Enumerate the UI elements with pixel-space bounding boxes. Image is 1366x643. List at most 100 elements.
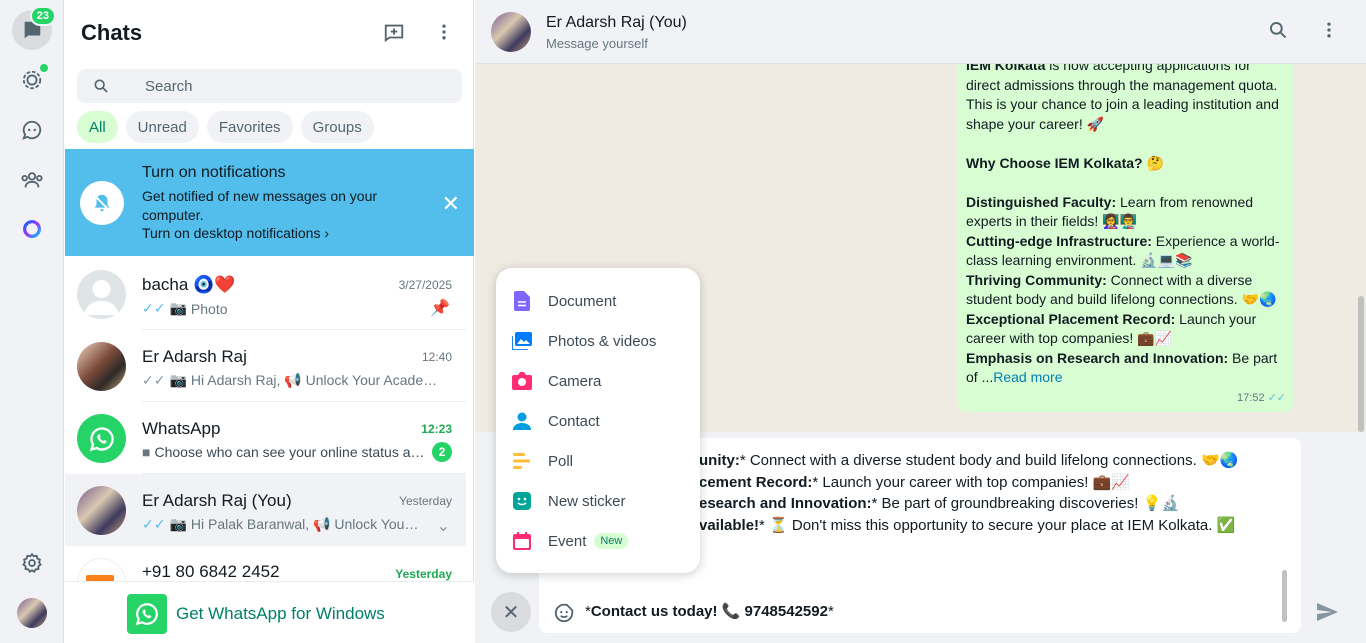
message-bold: Why Choose IEM Kolkata? 🤔	[966, 154, 1164, 171]
avatar	[77, 558, 126, 581]
chat-preview: ■ Choose who can see your online status …	[142, 444, 427, 460]
message-feature: Exceptional Placement Record: Launch you…	[966, 310, 1286, 349]
composer-scrollbar[interactable]	[1282, 570, 1287, 622]
message-bold: Emphasis on Research and Innovation:	[966, 349, 1229, 366]
chat-name: Er Adarsh Raj	[142, 347, 247, 366]
new-chat-button[interactable]	[380, 18, 408, 46]
composer-bold: Contact us today! 📞 9748542592	[590, 603, 828, 620]
composer-line: *Contact us today! 📞 9748542592*	[585, 602, 834, 620]
contact-name: Er Adarsh Raj (You)	[546, 14, 687, 31]
chat-preview-text: Hi Palak Baranwal, 📢 Unlock Your Academi…	[190, 516, 422, 532]
filter-favorites[interactable]: Favorites	[206, 111, 293, 143]
image-icon	[512, 331, 532, 351]
new-sticker-icon	[512, 491, 532, 511]
panel-menu-button[interactable]	[430, 18, 458, 46]
composer-text-run: * Launch your career with top companies!…	[812, 473, 1130, 491]
camera-icon: 📷	[169, 300, 187, 316]
send-button[interactable]	[1315, 600, 1339, 629]
chat-list-panel: Chats All Unread Favorites Groups Turn o…	[65, 0, 474, 643]
message-feature: Thriving Community: Connect with a diver…	[966, 271, 1286, 310]
enable-notifications-link[interactable]: Turn on desktop notifications ›	[142, 225, 329, 241]
chat-row[interactable]: bacha 🧿❤️ 3/27/2025 ✓✓ 📷 Photo 📌	[65, 258, 466, 330]
conversation-header[interactable]: Er Adarsh Raj (You) Message yourself	[475, 0, 1366, 64]
avatar	[77, 342, 126, 391]
message-line: direct admissions through the management…	[966, 76, 1278, 93]
get-whatsapp-windows-link[interactable]: Get WhatsApp for Windows	[65, 581, 474, 643]
attach-document[interactable]: Document	[496, 281, 700, 321]
chat-preview: ✓✓ 📷 Photo	[142, 300, 442, 317]
chevron-down-icon[interactable]: ⌄	[437, 516, 450, 536]
chat-menu-button[interactable]	[1319, 20, 1339, 45]
composer-bold: esearch and Innovation:	[699, 495, 872, 512]
close-attach-menu-button[interactable]: ✕	[491, 592, 531, 632]
chat-preview-text: Choose who can see your online status an…	[154, 444, 427, 460]
attach-event[interactable]: Event New	[496, 521, 700, 561]
communities-nav-button[interactable]	[12, 160, 52, 200]
search-input[interactable]	[145, 75, 445, 97]
outgoing-message-bubble[interactable]: IEM Kolkata is now accepting application…	[958, 64, 1294, 412]
panel-title: Chats	[81, 20, 143, 45]
attach-label: Poll	[548, 452, 574, 470]
get-whatsapp-label: Get WhatsApp for Windows	[176, 604, 385, 623]
meta-ai-nav-button[interactable]	[12, 209, 52, 249]
attach-label: Event	[548, 532, 587, 550]
pin-icon: 📌	[430, 300, 450, 317]
filter-all[interactable]: All	[77, 111, 118, 143]
status-nav-button[interactable]	[12, 60, 52, 100]
search-in-chat-button[interactable]	[1268, 20, 1288, 45]
message-feature: Cutting-edge Infrastructure: Experience …	[966, 232, 1286, 271]
composer-text-run: * Connect with a diverse student body an…	[739, 452, 1239, 469]
chat-row[interactable]: +91 80 6842 2452 Yesterday	[65, 546, 466, 581]
send-icon	[1317, 603, 1338, 621]
settings-nav-button[interactable]	[12, 543, 52, 583]
search-box	[77, 69, 462, 103]
attach-label: Photos & videos	[548, 332, 657, 350]
attach-poll[interactable]: Poll	[496, 441, 700, 481]
status-icon	[22, 70, 42, 90]
sticker-button[interactable]	[553, 602, 575, 629]
notification-title: Turn on notifications	[142, 164, 286, 181]
poll-icon	[512, 451, 532, 471]
filter-chips: All Unread Favorites Groups	[77, 111, 374, 143]
sticker-icon	[554, 603, 574, 623]
chat-name: Er Adarsh Raj (You)	[142, 491, 292, 510]
message-bold: Distinguished Faculty:	[966, 193, 1117, 210]
composer-text-run: *	[827, 603, 834, 620]
double-check-icon: ✓✓	[1267, 391, 1286, 404]
profile-avatar-button[interactable]	[12, 593, 52, 633]
chat-preview-text: Photo	[190, 300, 228, 317]
camera-icon: 📷	[169, 516, 187, 532]
composer-text-run: * Be part of groundbreaking discoveries!…	[871, 495, 1180, 512]
attach-label: Document	[548, 292, 617, 310]
attach-contact[interactable]: Contact	[496, 401, 700, 441]
search-icon	[1269, 21, 1287, 39]
chat-time: 12:23	[421, 422, 452, 436]
avatar	[77, 486, 126, 535]
attach-label: Camera	[548, 372, 602, 390]
message-text: is now accepting applications for	[1045, 64, 1251, 73]
attach-photos-videos[interactable]: Photos & videos	[496, 321, 700, 361]
double-check-icon: ✓✓	[142, 516, 166, 532]
chat-row[interactable]: Er Adarsh Raj 12:40 ✓✓ 📷 Hi Adarsh Raj, …	[65, 330, 466, 402]
channels-nav-button[interactable]	[12, 110, 52, 150]
chat-time: Yesterday	[399, 494, 452, 508]
filter-groups[interactable]: Groups	[300, 111, 374, 143]
unread-chats-badge: 23	[29, 6, 56, 26]
composer-bold: cement Record:	[699, 473, 813, 491]
conversation-scrollbar[interactable]	[1358, 296, 1364, 432]
attach-new-sticker[interactable]: New sticker	[496, 481, 700, 521]
avatar	[77, 414, 126, 463]
read-more-link[interactable]: Read more	[993, 369, 1062, 385]
chat-row-selected[interactable]: Er Adarsh Raj (You) Yesterday ✓✓ 📷 Hi Pa…	[65, 474, 466, 546]
chat-row[interactable]: WhatsApp 12:23 ■ Choose who can see your…	[65, 402, 466, 474]
filter-unread[interactable]: Unread	[125, 111, 199, 143]
message-feature: Distinguished Faculty: Learn from renown…	[966, 193, 1286, 232]
attach-camera[interactable]: Camera	[496, 361, 700, 401]
chats-nav-button[interactable]: 23	[12, 6, 56, 50]
search-icon	[94, 79, 108, 93]
more-vertical-icon	[442, 24, 446, 40]
close-banner-button[interactable]: ✕	[442, 191, 460, 217]
message-line: shape your career! 🚀	[966, 115, 1105, 132]
chat-time: Yesterday	[395, 567, 452, 581]
chat-name: WhatsApp	[142, 419, 221, 438]
